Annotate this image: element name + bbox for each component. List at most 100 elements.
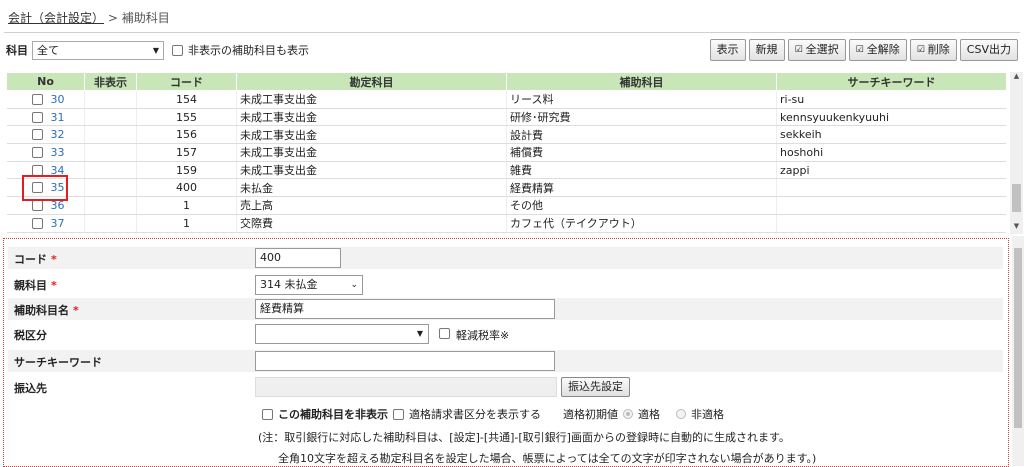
page-scrollbar-thumb[interactable]	[1014, 248, 1022, 428]
row-account: 未成工事支出金	[236, 108, 507, 127]
row-code: 156	[136, 125, 237, 145]
row-keyword: zappi	[776, 161, 1006, 180]
sub-name-input[interactable]: 経費精算	[255, 299, 555, 319]
grid-scrollbar[interactable]: ▲ ▼	[1010, 72, 1023, 234]
column-header-account[interactable]: 勘定科目	[236, 72, 507, 91]
row-hidden-cell	[84, 178, 137, 198]
table-row[interactable]: 37 1 交際費 カフェ代（テイクアウト）	[6, 214, 1006, 233]
reduced-tax-checkbox[interactable]	[439, 328, 450, 339]
sub-account-grid: No 非表示 コード 勘定科目 補助科目 サーチキーワード 30 154 未成工…	[6, 72, 1006, 234]
transfer-settings-button[interactable]: 振込先設定	[561, 377, 630, 397]
select-all-button[interactable]: ☑ 全選択	[787, 39, 846, 61]
tax-category-select[interactable]: ▼	[255, 324, 429, 344]
row-sub-account: リース料	[506, 90, 777, 109]
table-row[interactable]: 33 157 未成工事支出金 補償費 hoshohi	[6, 143, 1006, 162]
table-row[interactable]: 30 154 未成工事支出金 リース料 ri-su	[6, 90, 1006, 109]
row-hidden-cell	[84, 108, 137, 127]
show-hidden-checkbox[interactable]	[172, 44, 183, 56]
form-options: この補助科目を非表示 適格請求書区分を表示する 適格初期値 適格 非適格	[262, 406, 724, 422]
row-hidden-cell	[84, 90, 137, 109]
row-no-link[interactable]: 37	[51, 217, 65, 230]
table-row[interactable]: 31 155 未成工事支出金 研修･研究費 kennsyuukenkyuuhi	[6, 108, 1006, 127]
row-checkbox[interactable]	[31, 147, 43, 159]
row-keyword: kennsyuukenkyuuhi	[776, 108, 1006, 127]
new-button[interactable]: 新規	[748, 39, 785, 61]
note-line-2: 全角10文字を超える勘定科目名を設定した場合、帳票によっては全ての文字が印字され…	[278, 452, 817, 465]
row-checkbox[interactable]	[31, 129, 43, 141]
column-header-search-keyword[interactable]: サーチキーワード	[776, 72, 1006, 91]
row-sub-account: 雑費	[506, 161, 777, 180]
chevron-down-icon: ⌄	[350, 280, 358, 290]
search-keyword-label: サーチキーワード	[14, 356, 102, 369]
breadcrumb-separator: >	[107, 11, 118, 25]
row-checkbox[interactable]	[31, 94, 43, 105]
checkbox-icon: ☑	[855, 45, 864, 55]
row-code: 1	[136, 196, 237, 215]
invoice-category-checkbox[interactable]	[393, 408, 404, 420]
page-scrollbar[interactable]	[1012, 236, 1024, 466]
non-qualified-label: 非適格	[691, 408, 724, 421]
row-no-link[interactable]: 31	[51, 111, 65, 124]
row-checkbox[interactable]	[31, 217, 43, 229]
csv-export-button[interactable]: CSV出力	[959, 39, 1018, 61]
parent-account-select[interactable]: 314 未払金 ⌄	[255, 275, 363, 295]
scroll-up-icon[interactable]: ▲	[1010, 72, 1023, 84]
row-code: 159	[136, 161, 237, 180]
scroll-down-icon[interactable]: ▼	[1010, 222, 1023, 234]
row-checkbox[interactable]	[31, 200, 43, 212]
delete-label: 削除	[927, 43, 950, 56]
scrollbar-thumb[interactable]	[1012, 184, 1021, 212]
row-account: 未払金	[236, 178, 507, 198]
hide-sub-account-checkbox[interactable]	[262, 408, 273, 420]
row-keyword	[776, 214, 1006, 233]
column-header-code[interactable]: コード	[136, 72, 237, 91]
table-row[interactable]: 32 156 未成工事支出金 設計費 sekkeih	[6, 125, 1006, 145]
row-code: 1	[136, 214, 237, 233]
row-sub-account: 経費精算	[506, 178, 777, 198]
row-keyword	[776, 178, 1006, 198]
row-no-link[interactable]: 30	[51, 93, 65, 106]
chevron-down-icon: ▼	[152, 45, 159, 55]
row-no-cell: 33	[6, 143, 85, 162]
code-label: コード *	[14, 253, 57, 266]
deselect-all-label: 全解除	[866, 43, 900, 56]
row-account: 未成工事支出金	[236, 125, 507, 145]
account-filter-select[interactable]: 全て ▼	[32, 40, 164, 60]
column-header-hidden[interactable]: 非表示	[84, 72, 137, 91]
initial-value-label: 適格初期値	[563, 408, 618, 421]
delete-button[interactable]: ☑ 削除	[909, 39, 957, 61]
row-account: 交際費	[236, 214, 507, 233]
transfer-label: 振込先	[14, 382, 47, 395]
required-mark: *	[51, 253, 57, 266]
column-header-sub-account[interactable]: 補助科目	[506, 72, 777, 91]
row-account: 未成工事支出金	[236, 161, 507, 180]
breadcrumb: 会計（会計設定） > 補助科目	[8, 9, 170, 26]
row-keyword	[776, 196, 1006, 215]
required-mark: *	[73, 304, 79, 317]
parent-account-value: 314 未払金	[260, 278, 318, 291]
row-sub-account: 補償費	[506, 143, 777, 162]
row-no-cell: 30	[6, 90, 85, 109]
row-sub-account: その他	[506, 196, 777, 215]
note-line-1: (注：取引銀行に対応した補助科目は、[設定]-[共通]-[取引銀行]画面からの登…	[258, 431, 790, 444]
table-row[interactable]: 34 159 未成工事支出金 雑費 zappi	[6, 161, 1006, 180]
table-row[interactable]: 36 1 売上高 その他	[6, 196, 1006, 215]
row-no-link[interactable]: 33	[51, 146, 65, 159]
show-button[interactable]: 表示	[709, 39, 746, 61]
deselect-all-button[interactable]: ☑ 全解除	[848, 39, 907, 61]
non-qualified-radio[interactable]	[676, 409, 686, 419]
chevron-down-icon: ▼	[416, 329, 423, 338]
search-keyword-input[interactable]	[255, 351, 555, 371]
row-code: 154	[136, 90, 237, 109]
qualified-radio[interactable]	[623, 409, 633, 419]
column-header-no[interactable]: No	[6, 72, 85, 91]
qualified-label: 適格	[638, 408, 660, 421]
row-account: 未成工事支出金	[236, 90, 507, 109]
required-mark: *	[51, 279, 57, 292]
row-checkbox[interactable]	[31, 111, 43, 123]
row-no-link[interactable]: 32	[51, 128, 65, 141]
row-hidden-cell	[84, 143, 137, 162]
breadcrumb-link-accounting[interactable]: 会計（会計設定）	[8, 11, 104, 25]
code-input[interactable]: 400	[255, 248, 341, 268]
table-row[interactable]: 35 400 未払金 経費精算	[6, 178, 1006, 198]
